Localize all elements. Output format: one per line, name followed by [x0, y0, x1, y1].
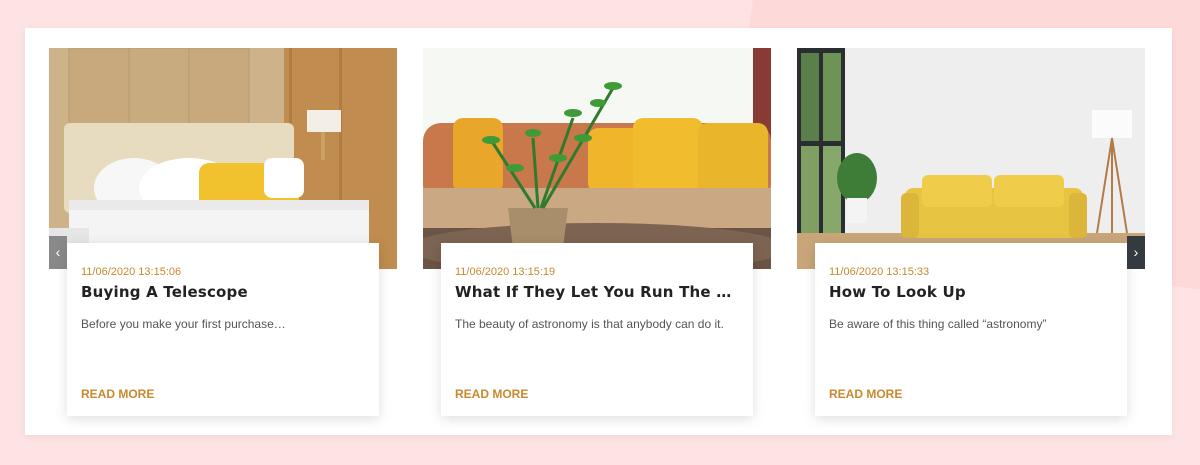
- blog-card: 11/06/2020 13:15:33 How To Look Up Be aw…: [797, 48, 1145, 416]
- blog-carousel: 11/06/2020 13:15:06 Buying A Telescope B…: [25, 28, 1172, 435]
- yellow-sofa-photo[interactable]: [797, 48, 1145, 269]
- blog-card: 11/06/2020 13:15:06 Buying A Telescope B…: [49, 48, 397, 416]
- read-more-link[interactable]: READ MORE: [455, 387, 528, 401]
- blog-card-body: 11/06/2020 13:15:06 Buying A Telescope B…: [67, 243, 379, 416]
- post-date: 11/06/2020 13:15:19: [455, 266, 556, 278]
- post-title[interactable]: How To Look Up: [829, 283, 1119, 301]
- post-excerpt: The beauty of astronomy is that anybody …: [455, 317, 724, 331]
- blog-card-body: 11/06/2020 13:15:33 How To Look Up Be aw…: [815, 243, 1127, 416]
- read-more-link[interactable]: READ MORE: [829, 387, 902, 401]
- chevron-left-icon: ‹: [55, 244, 61, 260]
- post-excerpt: Before you make your first purchase…: [81, 317, 286, 331]
- blog-card: 11/06/2020 13:15:19 What If They Let You…: [423, 48, 771, 416]
- carousel-prev-button[interactable]: ‹: [49, 236, 67, 269]
- post-date: 11/06/2020 13:15:33: [829, 266, 930, 278]
- post-excerpt: Be aware of this thing called “astronomy…: [829, 317, 1047, 331]
- living-room-plant-photo[interactable]: [423, 48, 771, 269]
- carousel-next-button[interactable]: ›: [1127, 236, 1145, 269]
- bedroom-photo[interactable]: [49, 48, 397, 269]
- post-title[interactable]: What If They Let You Run The …: [455, 283, 745, 301]
- post-date: 11/06/2020 13:15:06: [81, 266, 182, 278]
- post-title[interactable]: Buying A Telescope: [81, 283, 371, 301]
- chevron-right-icon: ›: [1133, 244, 1139, 260]
- blog-card-body: 11/06/2020 13:15:19 What If They Let You…: [441, 243, 753, 416]
- read-more-link[interactable]: READ MORE: [81, 387, 154, 401]
